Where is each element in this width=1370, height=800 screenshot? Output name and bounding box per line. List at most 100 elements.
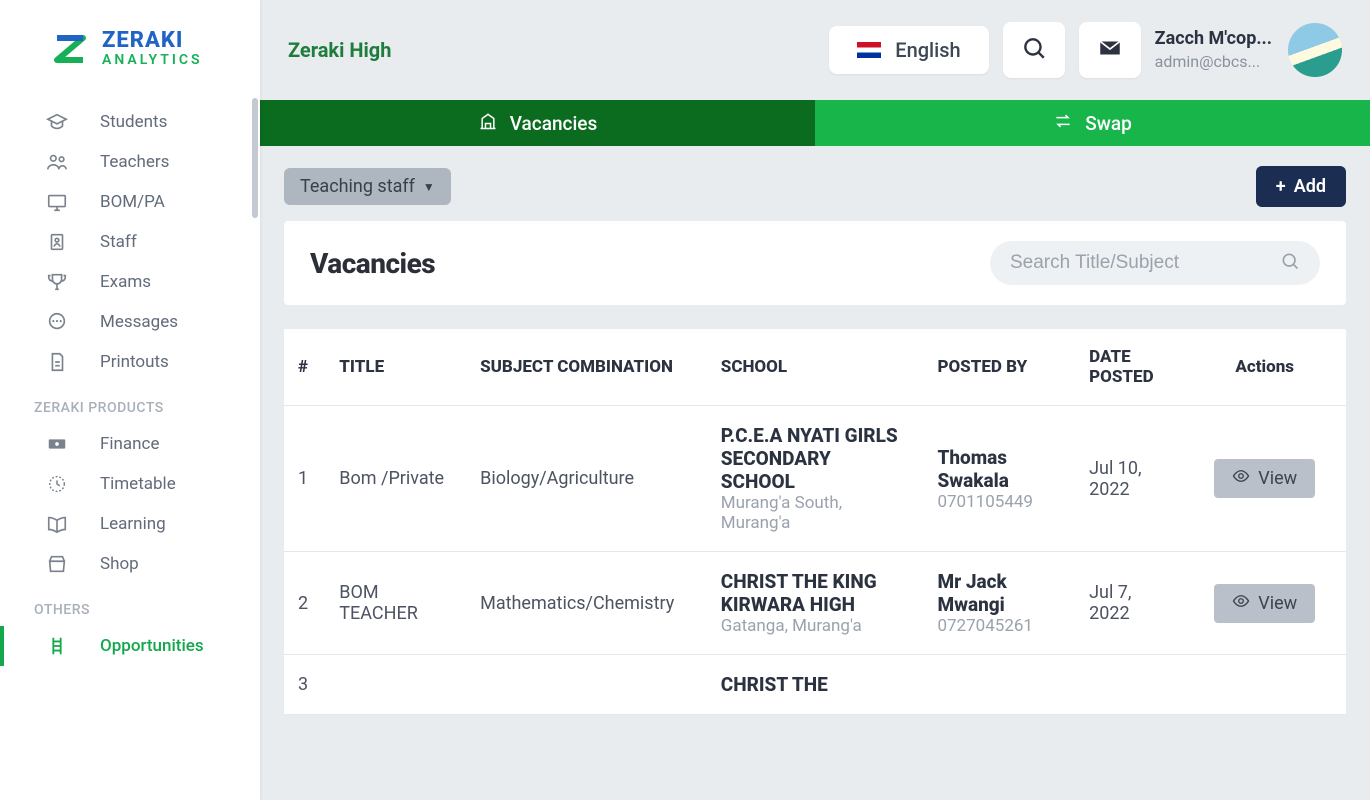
cell-date: Jul 10, 2022 [1075,406,1183,552]
sidebar-item-label: Timetable [100,474,176,494]
sidebar-item-printouts[interactable]: Printouts [0,342,260,382]
flag-icon [857,42,881,58]
sidebar-item-shop[interactable]: Shop [0,544,260,584]
cell-date [1075,655,1183,715]
sidebar-item-exams[interactable]: Exams [0,262,260,302]
search-field[interactable] [990,241,1320,285]
sidebar-item-label: BOM/PA [100,192,165,212]
book-open-icon [44,511,70,537]
sidebar-item-label: Exams [100,272,151,292]
cell-school: CHRIST THE KING KIRWARA HIGH Gatanga, Mu… [707,552,924,655]
add-button[interactable]: + Add [1256,166,1346,207]
avatar [1288,23,1342,77]
people-icon [44,149,70,175]
user-name: Zacch M'cop... [1155,27,1272,51]
filter-label: Teaching staff [300,176,415,197]
inbox-button[interactable] [1079,22,1141,78]
sidebar-item-learning[interactable]: Learning [0,504,260,544]
view-button[interactable]: View [1214,459,1315,498]
chevron-down-icon: ▼ [423,180,435,194]
col-title: TITLE [325,329,466,406]
scrollbar[interactable] [252,98,258,218]
cell-school: P.C.E.A NYATI GIRLS SECONDARY SCHOOL Mur… [707,406,924,552]
sidebar-item-messages[interactable]: Messages [0,302,260,342]
table-row: 2 BOM TEACHER Mathematics/Chemistry CHRI… [284,552,1346,655]
filter-dropdown[interactable]: Teaching staff ▼ [284,168,451,205]
tab-label: Swap [1085,112,1132,135]
id-card-icon [44,229,70,255]
col-posted-by: POSTED BY [923,329,1075,406]
shop-icon [44,551,70,577]
monitor-icon [44,189,70,215]
language-label: English [895,38,960,62]
topbar: Zeraki High English Zacch M'cop... admin… [260,0,1370,100]
cell-posted-by: Mr Jack Mwangi 0727045261 [923,552,1075,655]
col-actions: Actions [1183,329,1346,406]
swap-icon [1053,111,1073,136]
building-icon [478,111,498,136]
cell-num: 2 [284,552,325,655]
clock-icon [44,471,70,497]
sidebar-item-label: Staff [100,232,137,252]
sidebar-item-staff[interactable]: Staff [0,222,260,262]
sidebar-item-students[interactable]: Students [0,102,260,142]
tab-vacancies[interactable]: Vacancies [260,100,815,146]
sidebar-heading-products: ZERAKI PRODUCTS [0,382,260,424]
cell-posted-by: Thomas Swakala 0701105449 [923,406,1075,552]
brand-name: ZERAKI [102,29,203,53]
grad-cap-icon [44,109,70,135]
sidebar-item-label: Shop [100,554,139,574]
trophy-icon [44,269,70,295]
sidebar-item-finance[interactable]: Finance [0,424,260,464]
sidebar-item-teachers[interactable]: Teachers [0,142,260,182]
sidebar-item-label: Opportunities [100,636,204,656]
col-date: DATE POSTED [1075,329,1183,406]
cell-actions [1183,655,1346,715]
main-content: Zeraki High English Zacch M'cop... admin… [260,0,1370,800]
add-label: Add [1294,176,1326,197]
tab-label: Vacancies [510,112,598,135]
cell-subject: Mathematics/Chemistry [466,552,707,655]
sidebar-heading-others: OTHERS [0,584,260,626]
plus-icon: + [1276,176,1286,197]
sidebar-item-label: Printouts [100,352,169,372]
language-selector[interactable]: English [829,26,988,74]
search-icon [1021,35,1047,65]
col-subject: SUBJECT COMBINATION [466,329,707,406]
cell-num: 3 [284,655,325,715]
sidebar-item-label: Finance [100,434,159,454]
vacancies-table: # TITLE SUBJECT COMBINATION SCHOOL POSTE… [284,329,1346,715]
table-row: 3 CHRIST THE [284,655,1346,715]
sidebar-item-label: Messages [100,312,178,332]
col-school: SCHOOL [707,329,924,406]
cell-subject: Biology/Agriculture [466,406,707,552]
brand-sub: ANALYTICS [102,53,203,68]
sidebar-item-opportunities[interactable]: Opportunities [0,626,260,666]
sidebar-item-label: Students [100,112,167,132]
sidebar: ZERAKI ANALYTICS Students Teachers BOM/P… [0,0,260,800]
page-tabs: Vacancies Swap [260,100,1370,146]
cell-num: 1 [284,406,325,552]
cell-school: CHRIST THE [707,655,924,715]
sidebar-item-bom-pa[interactable]: BOM/PA [0,182,260,222]
brand-icon [52,31,88,67]
col-num: # [284,329,325,406]
search-input[interactable] [1010,252,1280,274]
cell-subject [466,655,707,715]
cell-posted-by [923,655,1075,715]
search-button[interactable] [1003,22,1065,78]
user-menu[interactable]: Zacch M'cop... admin@cbcs... [1155,23,1342,77]
sidebar-item-label: Teachers [100,152,169,172]
cell-title: Bom /Private [325,406,466,552]
tab-swap[interactable]: Swap [815,100,1370,146]
cell-actions: View [1183,552,1346,655]
user-email: admin@cbcs... [1155,51,1272,73]
ladder-icon [44,633,70,659]
mail-icon [1097,35,1123,65]
view-button[interactable]: View [1214,584,1315,623]
table-row: 1 Bom /Private Biology/Agriculture P.C.E… [284,406,1346,552]
banknote-icon [44,431,70,457]
sidebar-item-timetable[interactable]: Timetable [0,464,260,504]
brand-logo[interactable]: ZERAKI ANALYTICS [0,0,260,98]
sidebar-item-label: Learning [100,514,166,534]
